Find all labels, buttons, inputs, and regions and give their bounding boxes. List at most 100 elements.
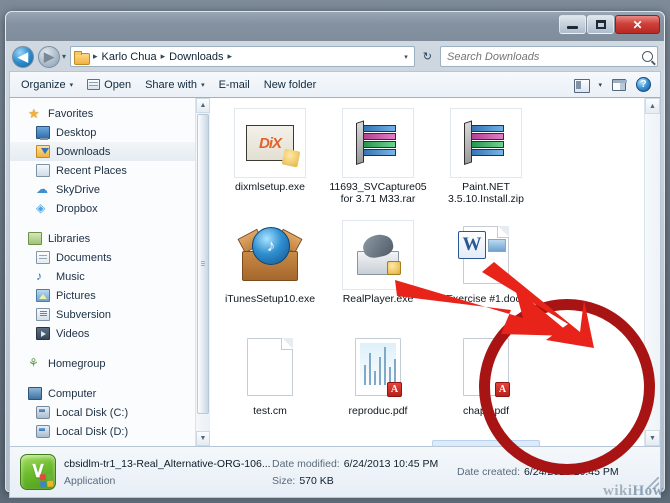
search-icon [642,51,653,62]
details-size-value: 570 KB [299,474,334,487]
file-item[interactable]: W Exercise #1.docx [432,216,540,328]
share-with-button[interactable]: Share with ▾ [138,76,212,94]
organize-button[interactable]: Organize ▾ [14,76,80,94]
minimize-button[interactable] [559,15,586,34]
file-list-pane[interactable]: DiX dixmlsetup.exe 11693_SVCapture05 for… [210,98,660,446]
address-dropdown-icon[interactable]: ▾ [404,53,412,61]
history-dropdown-icon[interactable]: ▾ [62,52,66,61]
sidebar-item-recent-places[interactable]: Recent Places [10,161,210,180]
file-item[interactable]: Paint.NET 3.5.10.Install.zip [432,104,540,216]
explorer-body: ★ Favorites Desktop Downloads Recent Pla… [9,98,661,446]
file-thumbnail [342,108,414,178]
file-pane-scrollbar[interactable]: ▲ ▼ [644,98,660,446]
sidebar-header-favorites[interactable]: ★ Favorites [10,104,210,123]
sidebar-item-skydrive[interactable]: ☁ SkyDrive [10,180,210,199]
sidebar-item-subversion[interactable]: Subversion [10,305,210,324]
sidebar-header-libraries[interactable]: Libraries [10,229,210,248]
screenshot-root: ✕ ◀ ▶ ▾ ▸ Karlo Chua ▸ Downloads ▸ ▾ ↻ S… [0,0,670,503]
sidebar-scrollbar[interactable]: ▲ ▼ [195,98,210,446]
new-folder-button[interactable]: New folder [257,76,324,94]
file-thumbnail: A [342,332,414,402]
file-item[interactable]: ♪ iTunesSetup10.exe [216,216,324,328]
file-name: 11693_SVCapture05 for 3.71 M33.rar [329,181,427,205]
pdf-chart-icon: A [355,338,402,397]
rar-archive-icon [356,123,400,163]
subversion-icon [36,308,50,321]
sidebar-item-downloads[interactable]: Downloads [10,142,210,161]
details-file-name-row: cbsidlm-tr1_13-Real_Alternative-ORG-106.… [64,458,272,470]
sidebar-item-local-disk-c[interactable]: Local Disk (C:) [10,403,210,422]
homegroup-icon: ⚘ [28,356,39,370]
sidebar-scroll-thumb[interactable] [197,114,209,414]
wikihow-watermark: wikiHow [603,483,664,500]
itunes-setup-icon: ♪ [237,227,303,283]
breadcrumb-item-downloads[interactable]: Downloads [167,51,225,63]
breadcrumb-separator-2[interactable]: ▸ [226,51,235,62]
pdf-badge-icon: A [387,382,402,397]
title-bar[interactable]: ✕ [6,12,664,41]
file-item[interactable]: A reproduc.pdf [324,328,432,440]
view-options-dropdown[interactable]: ▾ [593,79,607,91]
sidebar-scroll-down-button[interactable]: ▼ [196,431,210,446]
close-button[interactable]: ✕ [615,15,660,34]
watermark-how: How [632,483,664,499]
search-input[interactable] [445,49,642,64]
breadcrumb[interactable]: ▸ Karlo Chua ▸ Downloads ▸ ▾ [70,46,415,67]
sidebar-item-desktop[interactable]: Desktop [10,123,210,142]
breadcrumb-item-user[interactable]: Karlo Chua [100,51,159,63]
sidebar-label: Videos [56,327,90,340]
view-options-icon [574,78,591,93]
open-label: Open [104,78,132,91]
file-scroll-down-button[interactable]: ▼ [645,430,660,446]
navigation-pane[interactable]: ★ Favorites Desktop Downloads Recent Pla… [10,98,210,446]
star-icon: ★ [28,106,40,121]
sidebar-label: Libraries [48,232,91,245]
refresh-icon[interactable]: ↻ [419,50,436,63]
sidebar-header-computer[interactable]: Computer [10,384,210,403]
sidebar-item-dropbox[interactable]: ◈ Dropbox [10,199,210,218]
sidebar-item-pictures[interactable]: Pictures [10,286,210,305]
sidebar-label: Recent Places [56,164,127,177]
command-toolbar: Organize ▾ Open Share with ▾ E-mail New … [9,71,661,98]
open-button[interactable]: Open [80,76,138,94]
maximize-button[interactable] [587,15,614,34]
breadcrumb-separator-1: ▸ [160,51,166,61]
watermark-wiki: wiki [602,483,633,499]
forward-button[interactable]: ▶ [38,45,60,68]
view-options-button[interactable] [569,77,593,93]
file-thumbnail [234,332,306,402]
file-scroll-up-button[interactable]: ▲ [645,98,660,114]
sidebar-header-homegroup[interactable]: ⚘ Homegroup [10,354,210,373]
file-name: dixmlsetup.exe [234,181,306,193]
details-date-created-label: Date created: [457,466,521,478]
sidebar-item-local-disk-d[interactable]: Local Disk (D:) [10,422,210,441]
file-item[interactable]: 11693_SVCapture05 for 3.71 M33.rar [324,104,432,216]
sidebar-label: Documents [56,251,112,264]
videos-icon [36,327,50,340]
file-item[interactable]: A chap1.pdf [432,328,540,440]
help-button[interactable]: ? [631,75,656,94]
downloads-icon [36,145,50,158]
file-item[interactable]: test.cm [216,328,324,440]
sidebar-item-videos[interactable]: Videos [10,324,210,343]
details-file-type-row: Application [64,475,272,487]
details-column-name: cbsidlm-tr1_13-Real_Alternative-ORG-106.… [64,458,272,487]
desktop-icon [36,126,50,140]
disk-icon [36,406,50,419]
sidebar-scroll-up-button[interactable]: ▲ [196,98,210,113]
sidebar-item-documents[interactable]: Documents [10,248,210,267]
details-column-created: Date created: 6/24/2013 10:45 PM [457,466,654,478]
chevron-down-icon: ▾ [69,81,74,89]
preview-pane-button[interactable] [607,77,631,93]
chevron-down-icon: ▼ [199,435,207,442]
sidebar-item-music[interactable]: ♪ Music [10,267,210,286]
file-item[interactable]: RealPlayer.exe [324,216,432,328]
email-button[interactable]: E-mail [212,76,257,94]
pdf-document-icon: A [463,338,510,397]
search-box[interactable] [440,46,658,67]
file-name: Exercise #1.docx [446,293,526,305]
file-item[interactable]: DiX dixmlsetup.exe [216,104,324,216]
back-button[interactable]: ◀ [12,45,34,68]
